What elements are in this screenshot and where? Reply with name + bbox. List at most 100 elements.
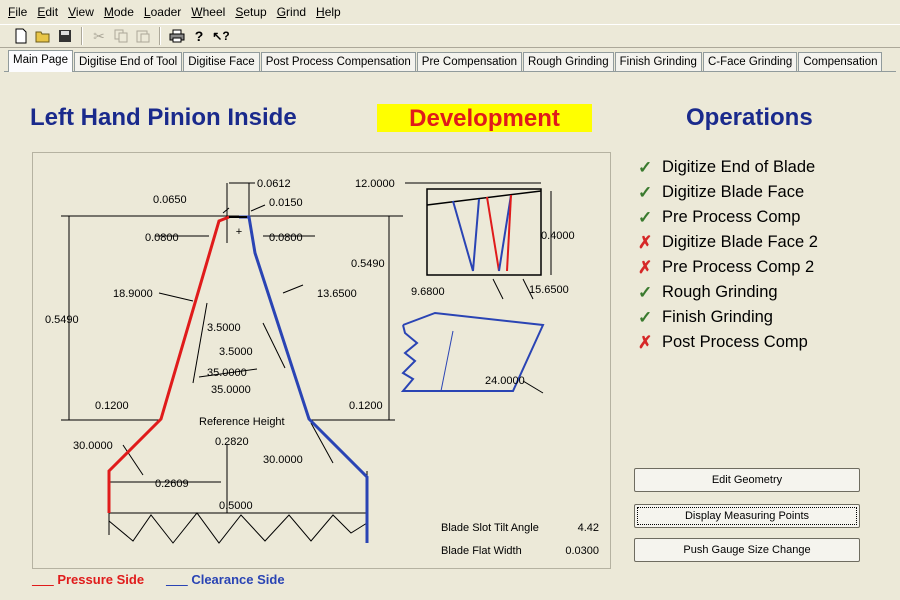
help-icon[interactable]: ?: [188, 26, 210, 46]
checkmark-icon: ✓: [638, 182, 653, 202]
legend-pressure-side: ___ Pressure Side: [32, 572, 145, 587]
operations-title: Operations: [686, 104, 813, 131]
copy-icon[interactable]: [110, 26, 132, 46]
leader-line: [262, 322, 286, 369]
inset-clearance-line: [472, 198, 480, 272]
angle-18900: 18.9000: [113, 288, 153, 300]
menu-wheel[interactable]: Wheel: [187, 5, 231, 19]
angle-35000-a: 3.5000: [207, 322, 241, 334]
checkmark-icon: ✓: [638, 282, 653, 302]
angle-30000-left: 30.0000: [73, 440, 113, 452]
cut-icon[interactable]: ✂: [88, 26, 110, 46]
angle-350000-a: 35.0000: [207, 367, 247, 379]
leader-line: [522, 380, 544, 394]
new-file-icon[interactable]: [10, 26, 32, 46]
operation-item: ✗ Digitize Blade Face 2: [638, 232, 818, 252]
tab-pre-compensation[interactable]: Pre Compensation: [416, 52, 523, 72]
leader-line: [158, 292, 194, 302]
angle-24000: 24.0000: [485, 375, 525, 387]
tab-main-page[interactable]: Main Page: [8, 50, 73, 72]
leader-line: [222, 207, 230, 214]
menu-view[interactable]: View: [64, 5, 100, 19]
leader-line: [122, 444, 144, 476]
operation-item: ✓ Rough Grinding: [638, 282, 778, 302]
menu-mode[interactable]: Mode: [100, 5, 140, 19]
dim-0150: 0.0150: [269, 197, 303, 209]
tab-post-process-compensation[interactable]: Post Process Compensation: [260, 52, 416, 72]
inset-pressure-line: [486, 196, 500, 272]
menu-setup[interactable]: Setup: [231, 5, 272, 19]
dim-0549-left: 0.5490: [45, 314, 79, 326]
menu-edit[interactable]: Edit: [33, 5, 64, 19]
menu-file[interactable]: File: [4, 5, 33, 19]
menu-help[interactable]: Help: [312, 5, 347, 19]
operation-item: ✓ Pre Process Comp: [638, 207, 801, 227]
tab-rough-grinding[interactable]: Rough Grinding: [523, 52, 614, 72]
dim-12000: 12.0000: [355, 178, 395, 190]
toolbar: ✂ ? ↖?: [0, 24, 900, 48]
tab-strip: Main Page Digitise End of Tool Digitise …: [8, 50, 883, 72]
menu-grind[interactable]: Grind: [273, 5, 312, 19]
save-icon[interactable]: [54, 26, 76, 46]
clearance-side-profile: [239, 215, 369, 543]
angle-13650: 13.6500: [317, 288, 357, 300]
pressure-side-profile: [107, 215, 230, 513]
tab-finish-grinding[interactable]: Finish Grinding: [614, 52, 702, 72]
paste-icon[interactable]: [132, 26, 154, 46]
dim-0800-right: 0.0800: [269, 232, 303, 244]
tab-digitise-end-of-tool[interactable]: Digitise End of Tool: [73, 52, 183, 72]
angle-15650: 15.6500: [529, 284, 569, 296]
inset-clearance-line: [452, 200, 474, 272]
leader-line: [282, 284, 304, 294]
angle-9680: 9.6800: [411, 286, 445, 298]
print-icon[interactable]: [166, 26, 188, 46]
operation-item: ✓ Digitize Blade Face: [638, 182, 805, 202]
legend-clearance-side: ___ Clearance Side: [166, 572, 285, 587]
dim-1200-left: 0.1200: [95, 400, 129, 412]
toolbar-separator: [159, 27, 161, 45]
cross-icon: ✗: [638, 257, 653, 277]
blade-slot-tilt-value: 4.42: [578, 522, 599, 534]
angle-35000-b: 3.5000: [219, 346, 253, 358]
operation-item: ✓ Finish Grinding: [638, 307, 773, 327]
cross-icon: ✗: [638, 232, 653, 252]
dim-0650: 0.0650: [153, 194, 187, 206]
checkmark-icon: ✓: [638, 157, 653, 177]
blade-flat-width-label: Blade Flat Width: [441, 545, 522, 557]
checkmark-icon: ✓: [638, 307, 653, 327]
context-help-icon[interactable]: ↖?: [210, 26, 232, 46]
shank-inner-line: [440, 330, 454, 392]
blade-flat-width-value: 0.0300: [565, 545, 599, 557]
dim-2609: 0.2609: [155, 478, 189, 490]
ref-height-label: Reference Height: [199, 416, 285, 428]
menu-loader[interactable]: Loader: [140, 5, 187, 19]
tab-panel-border: [4, 71, 896, 72]
menu-bar: File Edit View Mode Loader Wheel Setup G…: [0, 0, 900, 24]
operation-item: ✓ Digitize End of Blade: [638, 157, 816, 177]
push-gauge-size-change-button[interactable]: Push Gauge Size Change: [634, 538, 860, 562]
operation-item: ✗ Post Process Comp: [638, 332, 808, 352]
display-measuring-points-button[interactable]: Display Measuring Points: [634, 504, 860, 528]
dim-0612: 0.0612: [257, 178, 291, 190]
tab-c-face-grinding[interactable]: C-Face Grinding: [702, 52, 798, 72]
tab-compensation[interactable]: Compensation: [798, 52, 883, 72]
cross-icon: ✗: [638, 332, 653, 352]
dim-0549-right: 0.5490: [351, 258, 385, 270]
blade-base-zigzag: [108, 512, 368, 544]
open-folder-icon[interactable]: [32, 26, 54, 46]
blade-geometry-drawing: + 0.0612 0.0650 0.0150 0.0800 0.0800 0.5…: [32, 152, 611, 569]
dim-1200-right: 0.1200: [349, 400, 383, 412]
dim-0800-left: 0.0800: [145, 232, 179, 244]
leader-line: [310, 422, 334, 464]
angle-30000-right: 30.0000: [263, 454, 303, 466]
edit-geometry-button[interactable]: Edit Geometry: [634, 468, 860, 492]
leader-line: [192, 302, 208, 384]
leader-line: [250, 204, 266, 212]
blade-slot-tilt-label: Blade Slot Tilt Angle: [441, 522, 539, 534]
checkmark-icon: ✓: [638, 207, 653, 227]
blade-profile-svg: + 0.0612 0.0650 0.0150 0.0800 0.0800 0.5…: [45, 178, 599, 557]
page-title: Left Hand Pinion Inside: [30, 104, 297, 131]
toolbar-separator: [81, 27, 83, 45]
tab-digitise-face[interactable]: Digitise Face: [183, 52, 260, 72]
mode-badge: Development: [377, 104, 592, 132]
